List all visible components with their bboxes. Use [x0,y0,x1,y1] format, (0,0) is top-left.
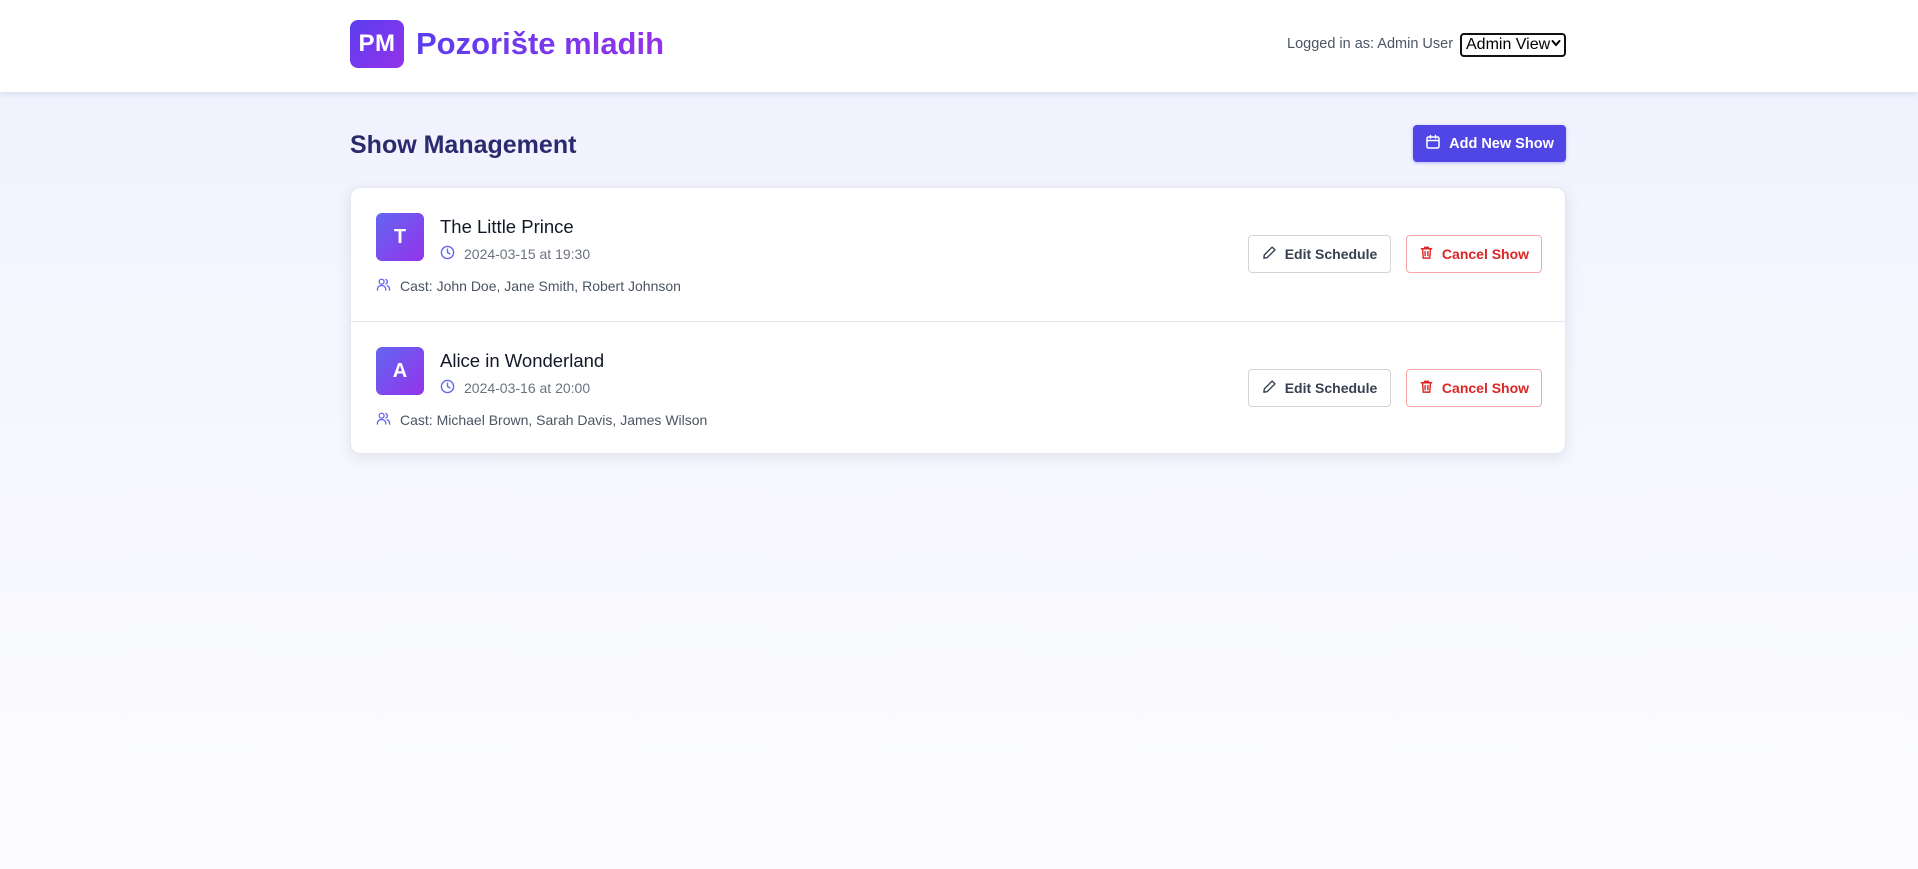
edit-schedule-button[interactable]: Edit Schedule [1248,369,1391,407]
pencil-icon [1262,379,1277,397]
logo-badge[interactable]: PM [350,20,404,68]
show-avatar: A [376,347,424,395]
users-icon [376,277,391,295]
page-title: Show Management [350,131,577,159]
edit-schedule-label: Edit Schedule [1284,246,1378,262]
cancel-show-label: Cancel Show [1441,246,1530,262]
clock-icon [440,379,455,397]
show-cast-text: Cast: John Doe, Jane Smith, Robert Johns… [400,278,681,294]
show-datetime: 2024-03-16 at 20:00 [440,379,590,397]
show-row: A Alice in Wonderland 2024-03-16 at 20:0… [351,321,1565,453]
edit-schedule-button[interactable]: Edit Schedule [1248,235,1391,273]
trash-icon [1419,245,1434,263]
show-cast: Cast: Michael Brown, Sarah Davis, James … [376,411,707,429]
brand-name[interactable]: Pozorište mladih [416,24,664,64]
view-select-value: Admin View [1466,36,1551,53]
show-avatar: T [376,213,424,261]
add-new-show-label: Add New Show [1449,135,1554,152]
show-datetime: 2024-03-15 at 19:30 [440,245,590,263]
pencil-icon [1262,245,1277,263]
logged-in-text: Logged in as: Admin User [1287,36,1454,52]
show-title: Alice in Wonderland [440,350,605,371]
cancel-show-label: Cancel Show [1441,380,1530,396]
clock-icon [440,245,455,263]
show-title: The Little Prince [440,216,574,237]
calendar-icon [1425,134,1441,154]
show-row: T The Little Prince 2024-03-15 at 19:30 … [351,188,1565,321]
add-new-show-button[interactable]: Add New Show [1413,125,1566,162]
top-bar: PM Pozorište mladih Logged in as: Admin … [0,0,1918,92]
chevron-down-icon [1551,36,1561,53]
trash-icon [1419,379,1434,397]
cancel-show-button[interactable]: Cancel Show [1406,369,1542,407]
view-select[interactable]: Admin View [1460,33,1566,57]
show-list: T The Little Prince 2024-03-15 at 19:30 … [350,187,1566,454]
users-icon [376,411,391,429]
show-cast: Cast: John Doe, Jane Smith, Robert Johns… [376,277,681,295]
show-datetime-text: 2024-03-16 at 20:00 [464,380,591,396]
show-datetime-text: 2024-03-15 at 19:30 [464,246,591,262]
cancel-show-button[interactable]: Cancel Show [1406,235,1542,273]
show-cast-text: Cast: Michael Brown, Sarah Davis, James … [400,412,708,428]
edit-schedule-label: Edit Schedule [1284,380,1378,396]
